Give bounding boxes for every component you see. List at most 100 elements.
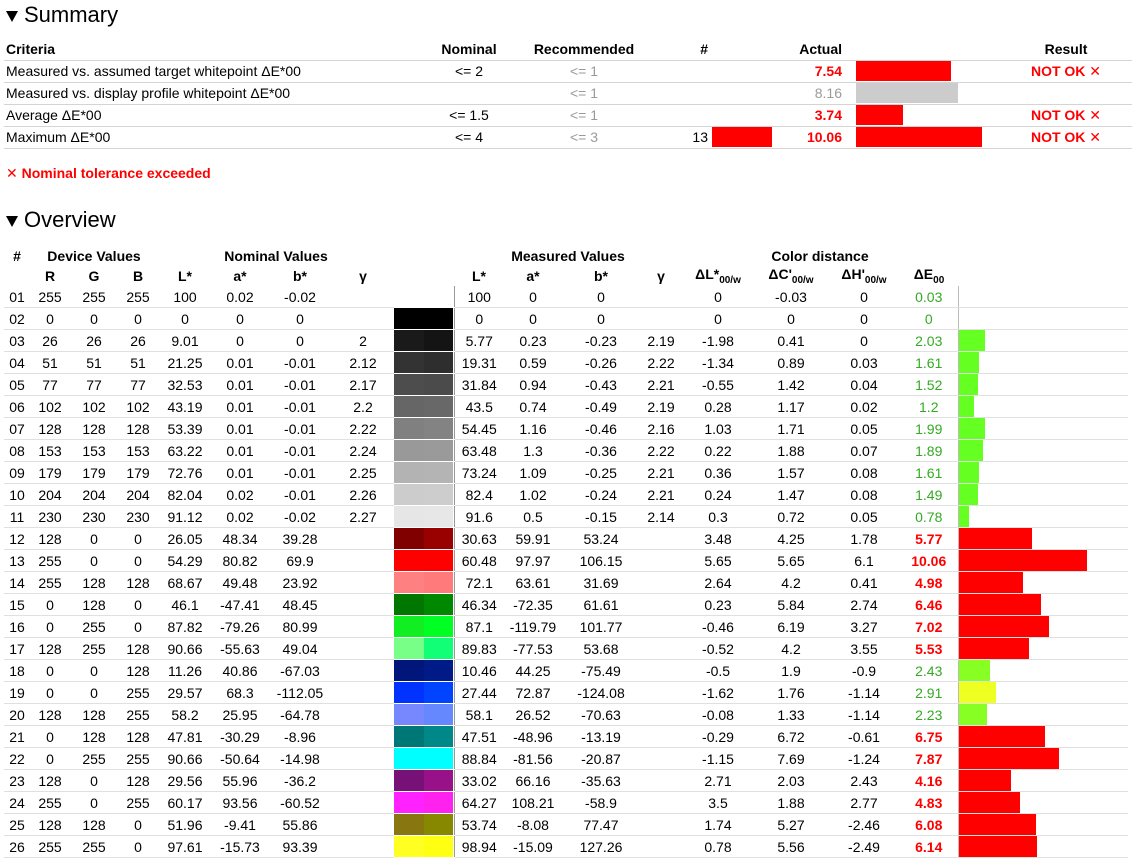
delta-e-bar	[958, 462, 979, 484]
delta-h: -2.49	[828, 835, 900, 859]
device-r: 0	[30, 681, 70, 705]
measured-a: 44.25	[504, 659, 562, 683]
delta-e: 2.43	[900, 659, 958, 683]
device-b: 0	[118, 615, 158, 639]
nominal-a: 0.02	[212, 483, 268, 507]
nominal-b: 80.99	[268, 615, 332, 639]
result-cell: NOT OK ✕	[1000, 125, 1132, 149]
nominal-gamma: 2.25	[332, 461, 394, 485]
device-b: 153	[118, 439, 158, 463]
delta-e-bar-cell	[957, 791, 1128, 815]
color-swatch	[394, 462, 453, 484]
measured-b: -0.24	[562, 483, 640, 507]
row-number: 08	[4, 439, 30, 463]
nominal-a: -50.64	[212, 747, 268, 771]
collapse-triangle-icon[interactable]	[6, 10, 18, 22]
delta-e-bar-cell	[957, 593, 1128, 617]
nominal-gamma	[332, 549, 394, 573]
nominal-b: -0.01	[268, 395, 332, 419]
device-r: 128	[30, 703, 70, 727]
overview-row: 22 0 255 255 90.66 -50.64 -14.98 88.84 -81.56 -20…	[4, 747, 1128, 771]
device-b: 128	[118, 417, 158, 441]
delta-e-bar-cell	[957, 527, 1128, 551]
color-swatch-cell	[394, 351, 454, 375]
nominal-a-header: a*	[233, 268, 247, 284]
nominal-gamma: 2.2	[332, 395, 394, 419]
device-b: 230	[118, 505, 158, 529]
summary-heading[interactable]: Summary	[6, 2, 118, 28]
measured-a: -15.09	[504, 835, 562, 859]
nominal-gamma	[332, 681, 394, 705]
measured-swatch	[423, 836, 453, 858]
device-r: 128	[30, 527, 70, 551]
bar-header	[958, 246, 1128, 266]
delta-e-bar-cell	[957, 637, 1128, 661]
device-r: 153	[30, 439, 70, 463]
delta-l: 0.23	[682, 593, 754, 617]
nominal-l: 54.29	[158, 549, 212, 573]
overview-row: 17 128 255 128 90.66 -55.63 49.04 89.83 -77.53 53…	[4, 637, 1128, 661]
delta-h: 0.08	[828, 461, 900, 485]
device-b: 255	[118, 286, 158, 309]
collapse-triangle-icon[interactable]	[6, 215, 18, 227]
nominal-l: 60.17	[158, 791, 212, 815]
color-swatch-cell	[394, 835, 454, 859]
delta-l: 3.48	[682, 527, 754, 551]
measured-b: -0.15	[562, 505, 640, 529]
count-bar-cell	[710, 103, 774, 126]
delta-l: -0.08	[682, 703, 754, 727]
criteria-cell: Measured vs. assumed target whitepoint Δ…	[4, 59, 414, 82]
delta-l-label: ΔL*	[695, 266, 720, 283]
delta-e-bar-cell	[957, 725, 1128, 749]
swatch-subheader	[394, 266, 454, 286]
delta-c: 1.88	[754, 791, 828, 815]
device-r: 179	[30, 461, 70, 485]
nominal-a: -30.29	[212, 725, 268, 749]
delta-e-bar	[958, 726, 1045, 748]
row-number: 22	[4, 747, 30, 771]
nominal-b: 93.39	[268, 835, 332, 859]
measured-b: -70.63	[562, 703, 640, 727]
measured-swatch	[423, 770, 453, 792]
nominal-swatch	[394, 572, 424, 594]
measured-gamma-header: γ	[657, 268, 665, 284]
nominal-l: 11.26	[158, 659, 212, 683]
actual-bar-cell	[844, 125, 1000, 149]
nominal-b: -112.05	[268, 681, 332, 705]
device-r: 204	[30, 483, 70, 507]
measured-swatch	[423, 660, 453, 682]
delta-e-bar	[958, 440, 983, 462]
delta-l: 0.24	[682, 483, 754, 507]
device-r: 255	[30, 835, 70, 859]
overview-row: 20 128 128 255 58.2 25.95 -64.78 58.1 26.52 -70.6…	[4, 703, 1128, 727]
color-swatch-cell	[394, 549, 454, 573]
nominal-l: 29.56	[158, 769, 212, 793]
device-b: 0	[118, 549, 158, 573]
nominal-l: 90.66	[158, 637, 212, 661]
count-bar-header	[710, 38, 774, 60]
nominal-b: 0	[268, 329, 332, 353]
color-swatch-cell	[394, 307, 454, 331]
nominal-gamma	[332, 571, 394, 595]
delta-e-bar-cell	[957, 483, 1128, 507]
delta-c: 0	[754, 307, 828, 331]
delta-l: -0.29	[682, 725, 754, 749]
delta-e: 7.87	[900, 747, 958, 771]
nominal-gamma	[332, 703, 394, 727]
color-swatch-cell	[394, 615, 454, 639]
delta-e: 2.23	[900, 703, 958, 727]
nominal-gamma	[332, 286, 394, 309]
count-cell	[644, 81, 710, 104]
measured-gamma	[640, 659, 682, 683]
measured-gamma: 2.14	[640, 505, 682, 529]
nominal-swatch	[394, 814, 424, 836]
row-number: 16	[4, 615, 30, 639]
device-r: 128	[30, 769, 70, 793]
overview-heading[interactable]: Overview	[6, 207, 116, 233]
nominal-swatch	[394, 352, 424, 374]
nominal-l: 21.25	[158, 351, 212, 375]
measured-swatch	[423, 440, 453, 462]
delta-h-header: ΔH'00/w	[828, 266, 900, 286]
delta-l: -0.55	[682, 373, 754, 397]
nominal-l: 32.53	[158, 373, 212, 397]
